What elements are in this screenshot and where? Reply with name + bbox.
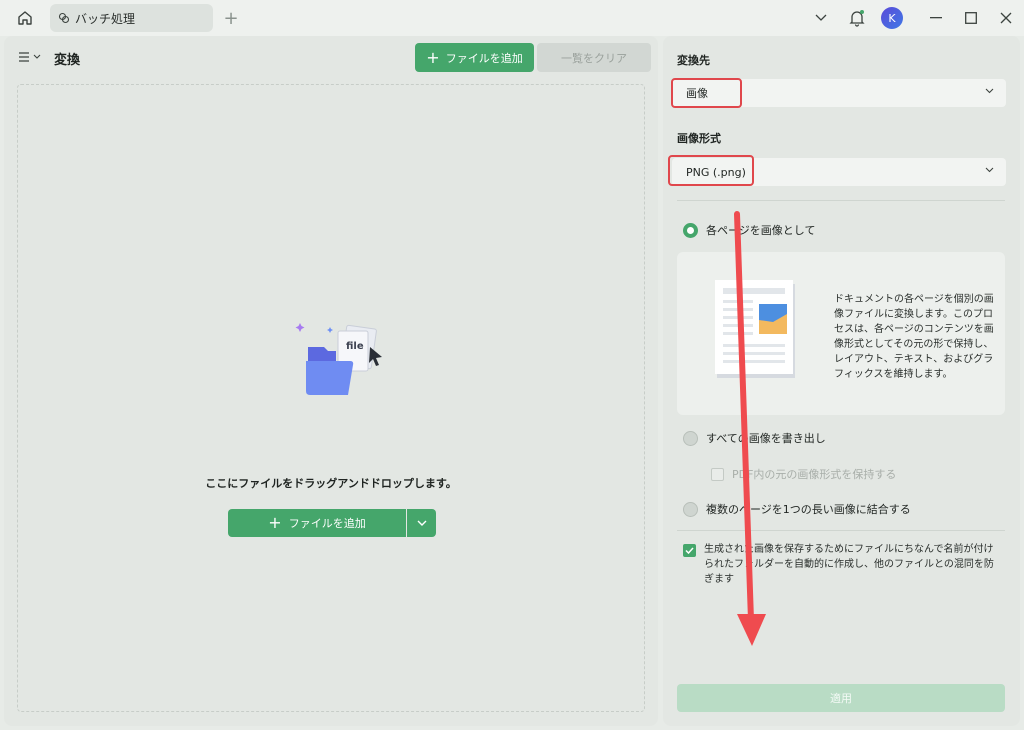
svg-text:file: file <box>346 341 364 352</box>
option-each-page-label: 各ページを画像として <box>706 224 816 237</box>
option-export-images[interactable]: すべての画像を書き出し <box>683 430 826 446</box>
plus-icon: + <box>268 513 282 532</box>
folder-option-label: 生成された画像を保存するためにファイルにちなんで名前が付けられたフォルダーを自動… <box>704 544 994 585</box>
tab-batch-processing[interactable]: バッチ処理 <box>50 4 213 32</box>
avatar[interactable]: K <box>881 7 903 29</box>
radio-unselected[interactable] <box>683 430 698 446</box>
radio-selected[interactable] <box>683 222 698 238</box>
option-export-images-label: すべての画像を書き出し <box>706 432 826 445</box>
home-icon <box>18 11 32 25</box>
info-description: ドキュメントの各ページを個別の画像ファイルに変換します。このプロセスは、各ページ… <box>834 294 994 380</box>
menu-icon <box>19 52 29 62</box>
target-select[interactable]: 画像 <box>672 79 1006 107</box>
option-combine[interactable]: 複数のページを1つの長い画像に結合する <box>683 501 911 517</box>
page-title: 変換 <box>54 53 81 68</box>
apply-button[interactable]: 適用 <box>677 684 1005 712</box>
add-file-dropdown-button[interactable] <box>407 509 436 537</box>
close-icon <box>1000 12 1012 24</box>
title-bar: バッチ処理 + K <box>0 0 1024 36</box>
notification-button[interactable] <box>846 0 868 36</box>
drop-zone[interactable]: file ここにファイルをドラッグアンドドロップします。 + ファイルを追加 <box>17 84 645 712</box>
clear-list-label: 一覧をクリア <box>561 51 627 65</box>
chevron-down-icon <box>985 88 994 94</box>
plus-icon: + <box>426 47 440 67</box>
option-combine-label: 複数のページを1つの長い画像に結合する <box>706 503 911 516</box>
maximize-icon <box>965 12 977 24</box>
apply-label: 適用 <box>830 692 852 705</box>
target-label: 変換先 <box>677 54 710 67</box>
folder-files-illustration: file <box>295 323 382 395</box>
chevron-down-icon <box>417 520 426 526</box>
keep-format-option[interactable]: PDF内の元の画像形式を保持する <box>711 466 896 482</box>
minimize-button[interactable] <box>925 0 947 36</box>
chevron-down-icon <box>33 54 41 59</box>
home-button[interactable] <box>12 6 38 30</box>
minimize-icon <box>930 17 942 19</box>
format-label: 画像形式 <box>677 132 721 145</box>
new-tab-button[interactable]: + <box>221 7 241 29</box>
divider <box>677 530 1005 531</box>
close-button[interactable] <box>995 0 1017 36</box>
dropdown-button[interactable] <box>810 0 832 36</box>
chevron-down-icon <box>985 167 994 173</box>
keep-format-label: PDF内の元の画像形式を保持する <box>732 468 897 481</box>
option-each-page[interactable]: 各ページを画像として <box>683 222 815 238</box>
tab-label: バッチ処理 <box>75 11 136 26</box>
right-panel: 変換先 画像 画像形式 PNG (.png) 各ページを画像として ドキュメント… <box>663 36 1020 726</box>
add-file-button[interactable]: + ファイルを追加 <box>415 43 534 72</box>
info-card: ドキュメントの各ページを個別の画像ファイルに変換します。このプロセスは、各ページ… <box>677 252 1005 415</box>
folder-option[interactable]: 生成された画像を保存するためにファイルにちなんで名前が付けられたフォルダーを自動… <box>683 542 1003 587</box>
add-file-label: ファイルを追加 <box>445 51 523 65</box>
checkbox-checked[interactable] <box>683 544 696 557</box>
plus-icon: + <box>223 7 239 29</box>
add-file-main-label: ファイルを追加 <box>288 517 366 530</box>
radio-unselected[interactable] <box>683 501 698 517</box>
tab-icon <box>58 12 70 24</box>
chevron-down-icon <box>815 14 827 21</box>
menu-button[interactable] <box>18 48 46 66</box>
left-panel: 変換 + ファイルを追加 一覧をクリア file ここにファイルをドラッグアンド… <box>4 36 658 726</box>
clear-list-button[interactable]: 一覧をクリア <box>537 43 651 72</box>
maximize-button[interactable] <box>960 0 982 36</box>
format-value: PNG (.png) <box>686 165 746 179</box>
checkbox[interactable] <box>711 467 724 481</box>
page-to-image-illustration <box>715 280 795 378</box>
add-file-main-button[interactable]: + ファイルを追加 <box>228 509 406 537</box>
format-select[interactable]: PNG (.png) <box>672 158 1006 186</box>
target-value: 画像 <box>686 87 708 100</box>
check-icon <box>685 547 694 554</box>
divider <box>677 200 1005 201</box>
drop-instructions: ここにファイルをドラッグアンドドロップします。 <box>205 477 457 490</box>
bell-icon <box>849 10 865 27</box>
